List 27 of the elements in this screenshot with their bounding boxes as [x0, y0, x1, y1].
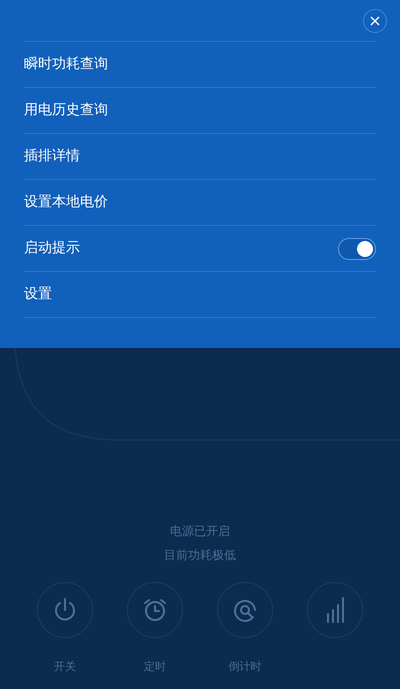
- menu-item-label: 瞬时功耗查询: [24, 55, 108, 74]
- menu-item-label: 插排详情: [24, 147, 80, 166]
- menu-item-label: 设置: [24, 285, 52, 304]
- status-text: 目前功耗极低: [164, 547, 236, 564]
- menu-item-label: 用电历史查询: [24, 101, 108, 120]
- menu-item[interactable]: 插排详情: [24, 134, 376, 180]
- alarm-clock-icon: [141, 596, 169, 624]
- menu-item-label: 设置本地电价: [24, 193, 108, 212]
- menu-item[interactable]: 瞬时功耗查询: [24, 42, 376, 88]
- power-icon: [52, 597, 78, 623]
- bar-chart-icon: [325, 596, 345, 624]
- menu-item[interactable]: 用电历史查询: [24, 88, 376, 134]
- menu-item[interactable]: 启动提示: [24, 226, 376, 272]
- control-label: 开关: [54, 659, 76, 675]
- close-button[interactable]: [363, 8, 387, 32]
- close-icon: [370, 16, 380, 26]
- status-text: 电源已开启: [170, 523, 230, 540]
- menu-item[interactable]: 设置: [24, 272, 376, 318]
- control-button[interactable]: [307, 582, 363, 638]
- menu-item[interactable]: 设置本地电价: [24, 180, 376, 226]
- menu-item-label: 启动提示: [24, 239, 80, 258]
- control-button[interactable]: [127, 582, 183, 638]
- control-label: 倒计时: [228, 659, 262, 675]
- control-label: 定时: [144, 659, 166, 675]
- control-button[interactable]: [217, 582, 273, 638]
- toggle-switch[interactable]: [338, 238, 376, 260]
- control-button[interactable]: [37, 582, 93, 638]
